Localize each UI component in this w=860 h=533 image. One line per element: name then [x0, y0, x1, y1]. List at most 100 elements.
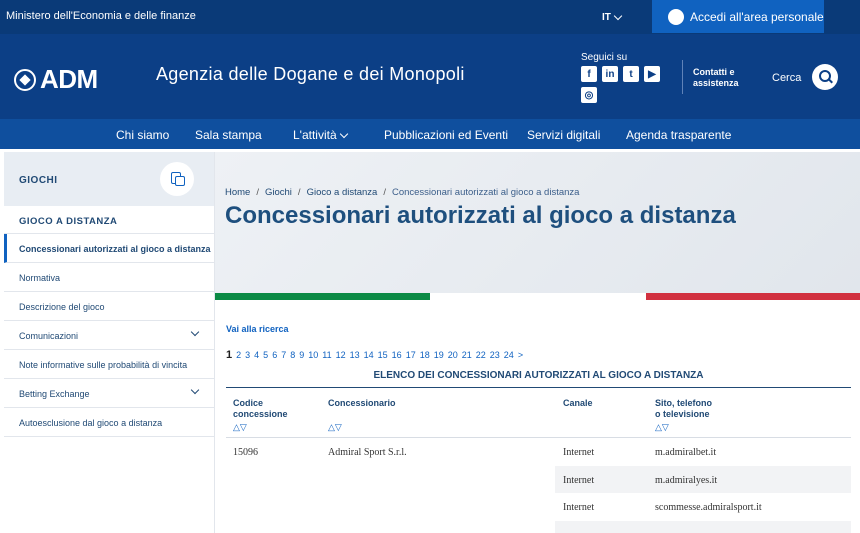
table-row: Internet scommesse.admiralsport.it: [226, 493, 851, 521]
cell-site: m.admiralyes.it: [655, 475, 718, 486]
page-link[interactable]: 22: [476, 350, 486, 360]
sidebar-item-normativa[interactable]: Normativa: [4, 263, 214, 292]
social-links: Seguici su f in t ▶ ◎: [581, 52, 667, 103]
sidebar-item-label: Comunicazioni: [19, 331, 79, 341]
facebook-icon[interactable]: f: [581, 66, 597, 82]
sidebar-item-label: Concessionari autorizzati al gioco a dis…: [19, 244, 211, 254]
sidebar-item-autoesclusione[interactable]: Autoesclusione dal gioco a distanza: [4, 408, 214, 437]
sidebar-item-descrizione[interactable]: Descrizione del gioco: [4, 292, 214, 321]
skip-to-search-link[interactable]: Vai alla ricerca: [226, 324, 289, 334]
search-label[interactable]: Cerca: [772, 72, 801, 84]
page-link[interactable]: 16: [392, 350, 402, 360]
cell-channel: Internet: [563, 502, 595, 513]
page-link[interactable]: 10: [308, 350, 318, 360]
sidebar-item-label: Autoesclusione dal gioco a distanza: [19, 418, 163, 428]
sections-icon[interactable]: [160, 162, 194, 196]
sidebar-title: GIOCHI: [19, 175, 58, 186]
user-icon: [668, 8, 684, 25]
contacts-link[interactable]: Contatti e assistenza: [693, 67, 739, 89]
breadcrumb-separator: /: [297, 187, 301, 198]
page-link[interactable]: 7: [281, 350, 286, 360]
chevron-down-icon[interactable]: [190, 385, 200, 395]
page-hero: Home / Giochi / Gioco a distanza / Conce…: [215, 152, 860, 293]
flag-stripe-white: [430, 293, 646, 300]
sort-arrows-icon[interactable]: △▽: [328, 422, 396, 433]
page-next[interactable]: >: [518, 350, 523, 360]
page-link[interactable]: 19: [434, 350, 444, 360]
page-link[interactable]: 18: [420, 350, 430, 360]
page-link[interactable]: 13: [350, 350, 360, 360]
language-selector[interactable]: IT: [602, 11, 623, 23]
header-text: Sito, telefono: [655, 398, 712, 408]
page-link[interactable]: 14: [364, 350, 374, 360]
page-current: 1: [226, 349, 233, 361]
logo-text: ADM: [40, 64, 98, 94]
sidebar-item-label: Descrizione del gioco: [19, 302, 105, 312]
page-link[interactable]: 8: [290, 350, 295, 360]
page-link[interactable]: 24: [504, 350, 514, 360]
nav-chi-siamo[interactable]: Chi siamo: [116, 128, 169, 142]
search-button[interactable]: [812, 64, 838, 90]
sidebar-header: GIOCHI: [4, 152, 214, 206]
page-link[interactable]: 4: [254, 350, 259, 360]
breadcrumb-gioco-distanza[interactable]: Gioco a distanza: [307, 187, 378, 198]
nav-attivita[interactable]: L'attività: [293, 128, 348, 142]
breadcrumb-current: Concessionari autorizzati al gioco a dis…: [391, 187, 580, 198]
sort-arrows-icon[interactable]: △▽: [655, 422, 712, 433]
cell-code: 15096: [233, 447, 258, 458]
sidebar-item-label: Note informative sulle probabilità di vi…: [19, 360, 188, 370]
cell-channel: Internet: [563, 475, 595, 486]
linkedin-icon[interactable]: in: [602, 66, 618, 82]
column-header-code: Codice concessione △▽: [233, 398, 288, 433]
ministry-link[interactable]: Ministero dell'Economia e delle finanze: [6, 10, 196, 22]
breadcrumb-separator: /: [256, 187, 259, 198]
cell-channel: Internet: [563, 447, 595, 458]
cell-site: scommesse.admiralsport.it: [655, 502, 762, 513]
top-bar: Ministero dell'Economia e delle finanze …: [0, 0, 860, 34]
twitter-icon[interactable]: t: [623, 66, 639, 82]
header-text: concessione: [233, 409, 288, 419]
nav-sala-stampa[interactable]: Sala stampa: [195, 128, 262, 142]
youtube-icon[interactable]: ▶: [644, 66, 660, 82]
social-label: Seguici su: [581, 52, 628, 63]
page-link[interactable]: 6: [272, 350, 277, 360]
flag-stripe-red: [646, 293, 860, 300]
agency-title[interactable]: Agenzia delle Dogane e dei Monopoli: [156, 64, 465, 85]
chevron-down-icon: [613, 11, 623, 21]
cell-concessionaire: Admiral Sport S.r.l.: [328, 447, 407, 458]
page-link[interactable]: 21: [462, 350, 472, 360]
contacts-line-2: assistenza: [693, 78, 739, 88]
sidebar: GIOCHI GIOCO A DISTANZA Concessionari au…: [4, 152, 215, 533]
breadcrumb-giochi[interactable]: Giochi: [265, 187, 292, 198]
sidebar-section[interactable]: GIOCO A DISTANZA: [4, 206, 214, 234]
page-link[interactable]: 9: [299, 350, 304, 360]
login-label: Accedi all'area personale: [690, 9, 824, 24]
table-header: Codice concessione △▽ Concessionario △▽ …: [226, 387, 851, 438]
sidebar-item-concessionari[interactable]: Concessionari autorizzati al gioco a dis…: [4, 234, 214, 263]
column-header-channel: Canale: [563, 398, 593, 408]
cell-site: m.admiralbet.it: [655, 447, 717, 458]
chevron-down-icon[interactable]: [190, 327, 200, 337]
page-link[interactable]: 23: [490, 350, 500, 360]
breadcrumb-home[interactable]: Home: [225, 187, 250, 198]
header-divider: [682, 60, 683, 94]
page-link[interactable]: 15: [378, 350, 388, 360]
instagram-icon[interactable]: ◎: [581, 87, 597, 103]
page-link[interactable]: 3: [245, 350, 250, 360]
login-button[interactable]: Accedi all'area personale: [652, 0, 824, 33]
page-link[interactable]: 5: [263, 350, 268, 360]
nav-servizi-digitali[interactable]: Servizi digitali: [527, 128, 600, 142]
sidebar-item-note-informative[interactable]: Note informative sulle probabilità di vi…: [4, 350, 214, 379]
nav-pubblicazioni[interactable]: Pubblicazioni ed Eventi: [384, 128, 508, 142]
page-link[interactable]: 11: [322, 350, 331, 360]
adm-logo[interactable]: ADM: [14, 64, 98, 95]
header-text: o televisione: [655, 409, 710, 419]
page-link[interactable]: 17: [406, 350, 416, 360]
page-link[interactable]: 2: [236, 350, 241, 360]
page-link[interactable]: 12: [336, 350, 346, 360]
sidebar-item-comunicazioni[interactable]: Comunicazioni: [4, 321, 214, 350]
nav-agenda-trasparente[interactable]: Agenda trasparente: [626, 128, 731, 142]
sort-arrows-icon[interactable]: △▽: [233, 422, 288, 433]
page-link[interactable]: 20: [448, 350, 458, 360]
sidebar-item-betting-exchange[interactable]: Betting Exchange: [4, 379, 214, 408]
